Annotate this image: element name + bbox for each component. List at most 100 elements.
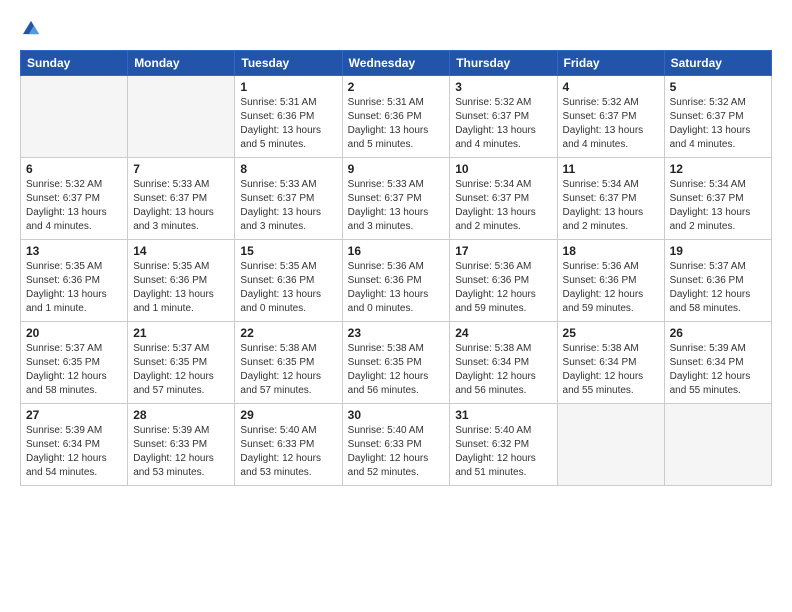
day-number: 15	[240, 244, 336, 258]
day-info: Sunrise: 5:37 AM Sunset: 6:35 PM Dayligh…	[133, 342, 229, 398]
day-info: Sunrise: 5:33 AM Sunset: 6:37 PM Dayligh…	[348, 178, 445, 234]
weekday-header-saturday: Saturday	[664, 51, 771, 76]
day-cell	[21, 76, 128, 158]
day-cell: 10 Sunrise: 5:34 AM Sunset: 6:37 PM Dayli…	[450, 158, 557, 240]
day-number: 29	[240, 408, 336, 422]
day-info: Sunrise: 5:35 AM Sunset: 6:36 PM Dayligh…	[133, 260, 229, 316]
day-cell: 20 Sunrise: 5:37 AM Sunset: 6:35 PM Dayli…	[21, 322, 128, 404]
day-number: 9	[348, 162, 445, 176]
day-number: 27	[26, 408, 122, 422]
day-number: 20	[26, 326, 122, 340]
day-number: 13	[26, 244, 122, 258]
day-cell	[664, 404, 771, 486]
day-number: 7	[133, 162, 229, 176]
day-cell: 31 Sunrise: 5:40 AM Sunset: 6:32 PM Dayli…	[450, 404, 557, 486]
day-info: Sunrise: 5:39 AM Sunset: 6:34 PM Dayligh…	[26, 424, 122, 480]
day-cell: 29 Sunrise: 5:40 AM Sunset: 6:33 PM Dayli…	[235, 404, 342, 486]
day-number: 28	[133, 408, 229, 422]
day-number: 3	[455, 80, 551, 94]
page: SundayMondayTuesdayWednesdayThursdayFrid…	[0, 0, 792, 612]
day-cell: 25 Sunrise: 5:38 AM Sunset: 6:34 PM Dayli…	[557, 322, 664, 404]
day-cell: 19Sunrise: 5:37 AM Sunset: 6:36 PM Dayli…	[664, 240, 771, 322]
day-cell: 21 Sunrise: 5:37 AM Sunset: 6:35 PM Dayli…	[128, 322, 235, 404]
day-info: Sunrise: 5:37 AM Sunset: 6:35 PM Dayligh…	[26, 342, 122, 398]
day-number: 11	[563, 162, 659, 176]
day-info: Sunrise: 5:36 AM Sunset: 6:36 PM Dayligh…	[348, 260, 445, 316]
day-cell: 18 Sunrise: 5:36 AM Sunset: 6:36 PM Dayli…	[557, 240, 664, 322]
day-number: 10	[455, 162, 551, 176]
day-info: Sunrise: 5:32 AM Sunset: 6:37 PM Dayligh…	[26, 178, 122, 234]
day-info: Sunrise: 5:32 AM Sunset: 6:37 PM Dayligh…	[563, 96, 659, 152]
day-cell: 27 Sunrise: 5:39 AM Sunset: 6:34 PM Dayli…	[21, 404, 128, 486]
day-number: 18	[563, 244, 659, 258]
header	[20, 18, 772, 40]
day-cell: 15Sunrise: 5:35 AM Sunset: 6:36 PM Dayli…	[235, 240, 342, 322]
day-cell: 30Sunrise: 5:40 AM Sunset: 6:33 PM Dayli…	[342, 404, 450, 486]
day-info: Sunrise: 5:40 AM Sunset: 6:32 PM Dayligh…	[455, 424, 551, 480]
weekday-header-row: SundayMondayTuesdayWednesdayThursdayFrid…	[21, 51, 772, 76]
weekday-header-tuesday: Tuesday	[235, 51, 342, 76]
day-number: 21	[133, 326, 229, 340]
weekday-header-monday: Monday	[128, 51, 235, 76]
day-number: 24	[455, 326, 551, 340]
day-cell: 11 Sunrise: 5:34 AM Sunset: 6:37 PM Dayli…	[557, 158, 664, 240]
day-cell: 12Sunrise: 5:34 AM Sunset: 6:37 PM Dayli…	[664, 158, 771, 240]
week-row-3: 13 Sunrise: 5:35 AM Sunset: 6:36 PM Dayli…	[21, 240, 772, 322]
day-cell: 13 Sunrise: 5:35 AM Sunset: 6:36 PM Dayli…	[21, 240, 128, 322]
calendar: SundayMondayTuesdayWednesdayThursdayFrid…	[20, 50, 772, 486]
day-cell: 1 Sunrise: 5:31 AM Sunset: 6:36 PM Daylig…	[235, 76, 342, 158]
day-number: 1	[240, 80, 336, 94]
day-number: 8	[240, 162, 336, 176]
day-info: Sunrise: 5:36 AM Sunset: 6:36 PM Dayligh…	[563, 260, 659, 316]
day-info: Sunrise: 5:34 AM Sunset: 6:37 PM Dayligh…	[455, 178, 551, 234]
day-cell: 4 Sunrise: 5:32 AM Sunset: 6:37 PM Daylig…	[557, 76, 664, 158]
day-cell: 7Sunrise: 5:33 AM Sunset: 6:37 PM Daylig…	[128, 158, 235, 240]
day-number: 2	[348, 80, 445, 94]
day-number: 16	[348, 244, 445, 258]
day-number: 5	[670, 80, 766, 94]
day-number: 4	[563, 80, 659, 94]
day-cell: 9 Sunrise: 5:33 AM Sunset: 6:37 PM Daylig…	[342, 158, 450, 240]
day-cell: 23 Sunrise: 5:38 AM Sunset: 6:35 PM Dayli…	[342, 322, 450, 404]
day-number: 31	[455, 408, 551, 422]
week-row-1: 1 Sunrise: 5:31 AM Sunset: 6:36 PM Daylig…	[21, 76, 772, 158]
day-cell: 26Sunrise: 5:39 AM Sunset: 6:34 PM Dayli…	[664, 322, 771, 404]
weekday-header-friday: Friday	[557, 51, 664, 76]
day-info: Sunrise: 5:31 AM Sunset: 6:36 PM Dayligh…	[240, 96, 336, 152]
day-info: Sunrise: 5:38 AM Sunset: 6:35 PM Dayligh…	[348, 342, 445, 398]
day-cell: 3Sunrise: 5:32 AM Sunset: 6:37 PM Daylig…	[450, 76, 557, 158]
day-info: Sunrise: 5:38 AM Sunset: 6:34 PM Dayligh…	[563, 342, 659, 398]
day-info: Sunrise: 5:35 AM Sunset: 6:36 PM Dayligh…	[26, 260, 122, 316]
day-cell: 8 Sunrise: 5:33 AM Sunset: 6:37 PM Daylig…	[235, 158, 342, 240]
day-cell: 14Sunrise: 5:35 AM Sunset: 6:36 PM Dayli…	[128, 240, 235, 322]
day-cell: 2 Sunrise: 5:31 AM Sunset: 6:36 PM Daylig…	[342, 76, 450, 158]
day-cell: 6 Sunrise: 5:32 AM Sunset: 6:37 PM Daylig…	[21, 158, 128, 240]
day-info: Sunrise: 5:38 AM Sunset: 6:34 PM Dayligh…	[455, 342, 551, 398]
day-number: 25	[563, 326, 659, 340]
logo	[20, 18, 46, 40]
day-cell: 22Sunrise: 5:38 AM Sunset: 6:35 PM Dayli…	[235, 322, 342, 404]
day-info: Sunrise: 5:39 AM Sunset: 6:34 PM Dayligh…	[670, 342, 766, 398]
day-info: Sunrise: 5:34 AM Sunset: 6:37 PM Dayligh…	[563, 178, 659, 234]
weekday-header-wednesday: Wednesday	[342, 51, 450, 76]
week-row-2: 6 Sunrise: 5:32 AM Sunset: 6:37 PM Daylig…	[21, 158, 772, 240]
day-number: 23	[348, 326, 445, 340]
day-cell: 17 Sunrise: 5:36 AM Sunset: 6:36 PM Dayli…	[450, 240, 557, 322]
day-cell	[128, 76, 235, 158]
logo-icon	[20, 18, 42, 40]
day-info: Sunrise: 5:31 AM Sunset: 6:36 PM Dayligh…	[348, 96, 445, 152]
day-cell: 16 Sunrise: 5:36 AM Sunset: 6:36 PM Dayli…	[342, 240, 450, 322]
day-info: Sunrise: 5:33 AM Sunset: 6:37 PM Dayligh…	[240, 178, 336, 234]
day-number: 22	[240, 326, 336, 340]
week-row-4: 20 Sunrise: 5:37 AM Sunset: 6:35 PM Dayli…	[21, 322, 772, 404]
day-cell: 28Sunrise: 5:39 AM Sunset: 6:33 PM Dayli…	[128, 404, 235, 486]
day-number: 17	[455, 244, 551, 258]
week-row-5: 27 Sunrise: 5:39 AM Sunset: 6:34 PM Dayli…	[21, 404, 772, 486]
day-info: Sunrise: 5:40 AM Sunset: 6:33 PM Dayligh…	[240, 424, 336, 480]
day-info: Sunrise: 5:36 AM Sunset: 6:36 PM Dayligh…	[455, 260, 551, 316]
day-number: 6	[26, 162, 122, 176]
day-cell: 24 Sunrise: 5:38 AM Sunset: 6:34 PM Dayli…	[450, 322, 557, 404]
day-number: 12	[670, 162, 766, 176]
day-number: 19	[670, 244, 766, 258]
weekday-header-thursday: Thursday	[450, 51, 557, 76]
